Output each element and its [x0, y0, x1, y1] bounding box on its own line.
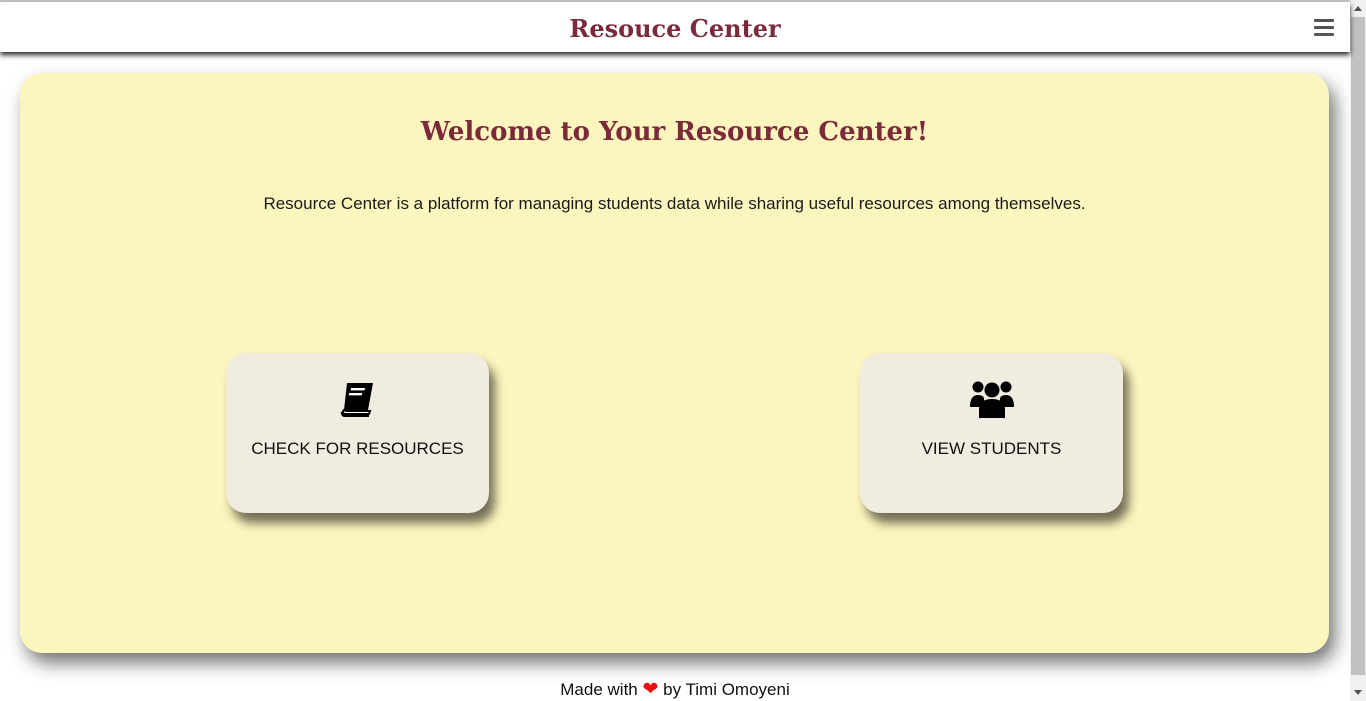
heart-icon: ❤: [642, 679, 659, 700]
brand-title[interactable]: Resouce Center: [0, 14, 1350, 43]
book-icon: [226, 377, 489, 419]
footer-suffix: by Timi Omoyeni: [663, 680, 790, 699]
page-description: Resource Center is a platform for managi…: [263, 194, 1086, 213]
welcome-card: Welcome to Your Resource Center! Resourc…: [20, 73, 1329, 653]
page-scrollbar[interactable]: [1350, 0, 1366, 701]
footer: Made with ❤ by Timi Omoyeni: [0, 678, 1350, 701]
scroll-down-arrow-icon[interactable]: [1354, 690, 1362, 695]
page-title: Welcome to Your Resource Center!: [420, 117, 929, 147]
view-students-button[interactable]: VIEW STUDENTS: [860, 353, 1123, 513]
check-resources-button[interactable]: CHECK FOR RESOURCES: [226, 353, 489, 513]
footer-prefix: Made with: [560, 680, 638, 699]
users-icon: [860, 377, 1123, 419]
scroll-up-arrow-icon[interactable]: [1354, 6, 1362, 11]
tile-label: CHECK FOR RESOURCES: [251, 439, 464, 458]
navbar: Resouce Center: [0, 2, 1350, 52]
scroll-thumb[interactable]: [1351, 17, 1365, 675]
hamburger-menu-icon[interactable]: [1314, 19, 1334, 37]
tile-label: VIEW STUDENTS: [921, 439, 1062, 458]
